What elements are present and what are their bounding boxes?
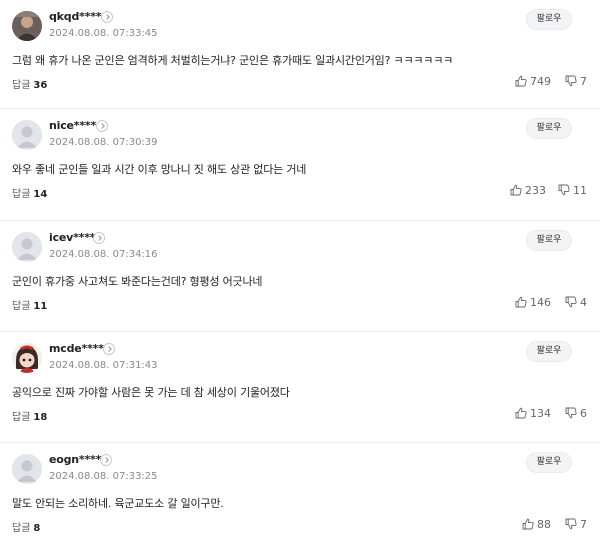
avatar[interactable] [12, 343, 42, 373]
comment-item: mcde**** 2024.08.08. 07:31:43 팔로우 공익으로 진… [0, 331, 600, 442]
reply-label: 답글 [12, 301, 31, 312]
reply-label: 답글 [12, 523, 31, 534]
reply-label: 답글 [12, 189, 31, 200]
thumbs-up-icon [510, 184, 522, 196]
comment-item: eogn**** 2024.08.08. 07:33:25 팔로우 말도 안되는… [0, 442, 600, 547]
reply-button[interactable]: 답글 36 [12, 76, 47, 91]
dislike-count: 11 [573, 184, 587, 197]
comment-author[interactable]: nice**** [49, 119, 96, 132]
comment-text: 그럼 왜 휴가 나온 군인은 엄격하게 처벌히는거냐? 군인은 휴가때도 일과시… [12, 54, 454, 67]
dislike-button[interactable]: 11 [558, 184, 587, 197]
dislike-button[interactable]: 6 [565, 407, 587, 420]
comment-text: 와우 좋네 군인들 일과 시간 이후 망나니 짓 해도 상관 없다는 거네 [12, 163, 307, 176]
comment-timestamp: 2024.08.08. 07:33:25 [49, 471, 158, 482]
comment-timestamp: 2024.08.08. 07:33:45 [49, 28, 158, 39]
thumbs-up-icon [515, 75, 527, 87]
like-button[interactable]: 146 [515, 296, 551, 309]
chevron-right-icon[interactable] [96, 120, 108, 132]
reply-count: 8 [33, 523, 41, 534]
comment-list: qkqd**** 2024.08.08. 07:33:45 팔로우 그럼 왜 휴… [0, 0, 600, 547]
dislike-button[interactable]: 7 [565, 75, 587, 88]
reply-count: 18 [33, 412, 48, 423]
follow-button[interactable]: 팔로우 [526, 341, 572, 362]
follow-button[interactable]: 팔로우 [526, 452, 572, 473]
chevron-right-icon[interactable] [103, 343, 115, 355]
dislike-count: 6 [580, 407, 587, 420]
dislike-button[interactable]: 4 [565, 296, 587, 309]
reply-button[interactable]: 답글 11 [12, 297, 47, 312]
thumbs-down-icon [565, 518, 577, 530]
thumbs-up-icon [522, 518, 534, 530]
like-count: 146 [530, 296, 551, 309]
chevron-right-icon[interactable] [101, 11, 113, 23]
like-button[interactable]: 134 [515, 407, 551, 420]
reply-button[interactable]: 답글 18 [12, 408, 47, 423]
thumbs-down-icon [565, 75, 577, 87]
like-count: 134 [530, 407, 551, 420]
comment-text: 군인이 휴가중 사고쳐도 봐준다는건데? 형평성 어긋나네 [12, 275, 263, 288]
reply-button[interactable]: 답글 14 [12, 185, 47, 200]
avatar[interactable] [12, 454, 42, 484]
chevron-right-icon[interactable] [93, 232, 105, 244]
like-count: 233 [525, 184, 546, 197]
follow-button[interactable]: 팔로우 [526, 230, 572, 251]
comment-item: icev**** 2024.08.08. 07:34:16 팔로우 군인이 휴가… [0, 220, 600, 331]
comment-author[interactable]: qkqd**** [49, 10, 102, 23]
thumbs-up-icon [515, 407, 527, 419]
like-button[interactable]: 88 [522, 518, 551, 531]
comment-item: nice**** 2024.08.08. 07:30:39 팔로우 와우 좋네 … [0, 108, 600, 219]
reply-button[interactable]: 답글 8 [12, 519, 40, 534]
follow-button[interactable]: 팔로우 [526, 9, 572, 30]
follow-button[interactable]: 팔로우 [526, 118, 572, 139]
reply-count: 14 [33, 189, 48, 200]
comment-timestamp: 2024.08.08. 07:30:39 [49, 137, 158, 148]
avatar[interactable] [12, 120, 42, 150]
like-count: 88 [537, 518, 551, 531]
comment-item: qkqd**** 2024.08.08. 07:33:45 팔로우 그럼 왜 휴… [0, 0, 600, 111]
reply-count: 36 [33, 80, 48, 91]
reply-label: 답글 [12, 80, 31, 91]
thumbs-down-icon [565, 407, 577, 419]
like-button[interactable]: 233 [510, 184, 546, 197]
avatar[interactable] [12, 11, 42, 41]
comment-author[interactable]: icev**** [49, 231, 96, 244]
comment-text: 공익으로 진짜 가야할 사람은 못 가는 데 참 세상이 기울어졌다 [12, 386, 290, 399]
thumbs-down-icon [565, 296, 577, 308]
comment-author[interactable]: mcde**** [49, 342, 104, 355]
thumbs-up-icon [515, 296, 527, 308]
dislike-count: 4 [580, 296, 587, 309]
reply-count: 11 [33, 301, 48, 312]
dislike-count: 7 [580, 518, 587, 531]
like-count: 749 [530, 75, 551, 88]
dislike-button[interactable]: 7 [565, 518, 587, 531]
comment-author[interactable]: eogn**** [49, 453, 101, 466]
reply-label: 답글 [12, 412, 31, 423]
chevron-right-icon[interactable] [100, 454, 112, 466]
thumbs-down-icon [558, 184, 570, 196]
avatar[interactable] [12, 232, 42, 262]
comment-text: 말도 안되는 소리하네. 육군교도소 갈 일이구만. [12, 497, 224, 510]
like-button[interactable]: 749 [515, 75, 551, 88]
comment-timestamp: 2024.08.08. 07:31:43 [49, 360, 158, 371]
comment-timestamp: 2024.08.08. 07:34:16 [49, 249, 158, 260]
dislike-count: 7 [580, 75, 587, 88]
